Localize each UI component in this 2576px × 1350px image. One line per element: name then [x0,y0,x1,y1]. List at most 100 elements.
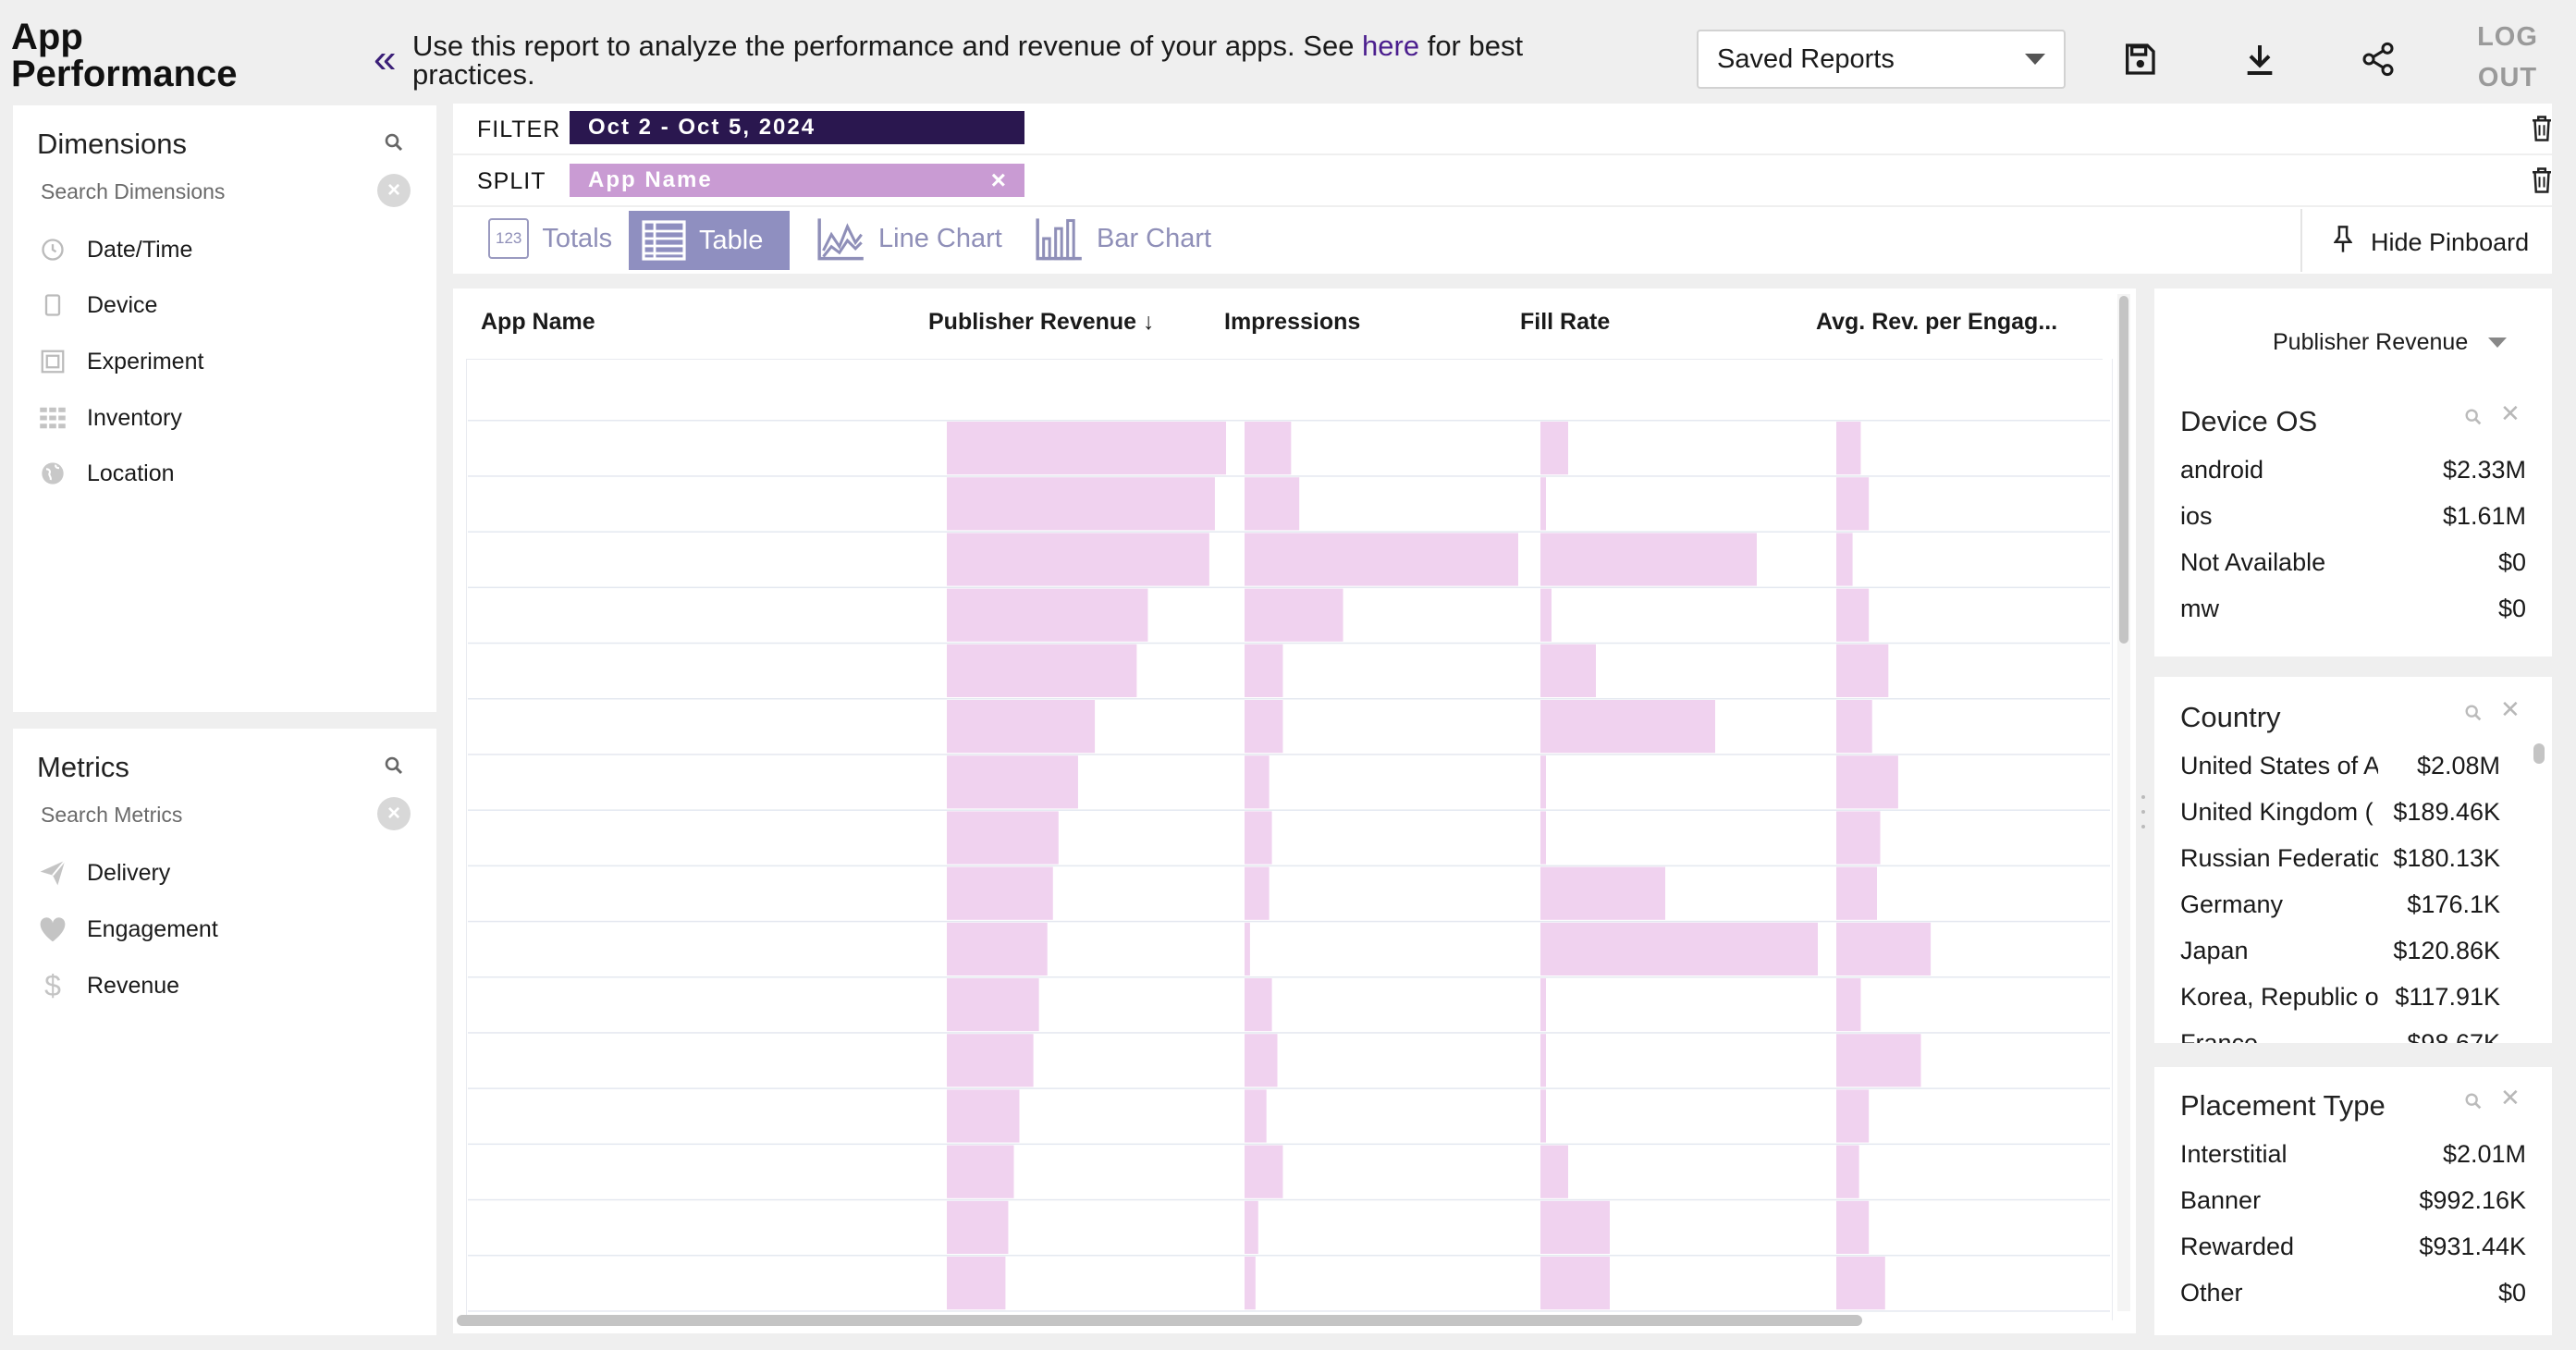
dimension-item-experiment[interactable]: Experiment [37,343,203,380]
grid-icon [37,402,68,434]
table-row[interactable] [468,809,2110,811]
column-header-avg-rev[interactable]: Avg. Rev. per Engag... [1816,309,2057,336]
device-os-row[interactable]: android $2.33M [2180,449,2526,490]
metrics-search-icon[interactable] [383,755,405,781]
resize-handle-icon[interactable] [2140,795,2147,828]
intro-text: Use this report to analyze the performan… [412,30,1524,91]
table-row[interactable] [468,1143,2110,1146]
metrics-search-input[interactable]: Search Metrics [41,803,182,828]
table-row[interactable] [468,865,2110,867]
page-title: App Performance [11,17,238,94]
horizontal-scrollbar-thumb[interactable] [457,1315,1862,1326]
card-close-icon[interactable]: ✕ [2500,399,2521,428]
tab-bar-chart[interactable]: Bar Chart [1023,209,1224,268]
metrics-title: Metrics [37,751,129,783]
placement-type-row[interactable]: Banner $992.16K [2180,1180,2526,1221]
table-row[interactable] [468,642,2110,644]
delete-split-icon[interactable] [2530,166,2554,199]
metric-item-delivery[interactable]: Delivery [37,854,170,891]
vertical-scrollbar-thumb[interactable] [2119,296,2128,644]
tab-line-chart[interactable]: Line Chart [804,209,1015,268]
table-row[interactable] [468,1087,2110,1089]
best-practices-link[interactable]: here [1362,30,1419,62]
device-os-row[interactable]: Not Available $0 [2180,542,2526,583]
country-row[interactable]: Korea, Republic o $117.91K [2180,976,2500,1017]
country-row[interactable]: Japan $120.86K [2180,930,2500,971]
dimension-item-location[interactable]: Location [37,455,175,492]
country-row[interactable]: United States of A $2.08M [2180,745,2500,786]
split-label: SPLIT [477,168,546,194]
table-row[interactable] [468,920,2110,923]
table-cell-bar-fill-rate [1540,1257,1610,1310]
metric-item-engagement[interactable]: Engagement [37,911,218,948]
table-row[interactable] [468,1032,2110,1034]
toolbar-divider [2300,209,2302,272]
card-search-icon[interactable] [2463,405,2484,434]
table-cell-bar-fill-rate [1540,533,1757,586]
device-os-row[interactable]: mw $0 [2180,588,2526,629]
table-row[interactable] [468,1255,2110,1257]
dimensions-search-input[interactable]: Search Dimensions [41,179,225,204]
dimension-item-device[interactable]: Device [37,287,157,324]
table-row[interactable] [468,1198,2110,1201]
pinboard-metric-select[interactable]: Publisher Revenue [2273,329,2508,356]
column-header-app-name[interactable]: App Name [481,309,595,336]
country-row[interactable]: Russian Federatic $180.13K [2180,838,2500,878]
filter-chip-date[interactable]: Oct 2 - Oct 5, 2024 [570,111,1024,144]
sort-desc-icon: ↓ [1143,309,1155,335]
caret-down-icon [2488,338,2508,348]
remove-split-icon[interactable]: × [991,166,1006,195]
country-scrollbar-thumb[interactable] [2533,743,2545,764]
saved-reports-select[interactable]: Saved Reports [1697,30,2066,89]
device-icon [37,289,68,321]
clear-metrics-search-icon[interactable]: × [377,797,411,830]
dimensions-search-icon[interactable] [383,131,405,158]
table-cell-bar-impressions [1245,700,1283,754]
hide-pinboard-button[interactable]: Hide Pinboard [2333,226,2529,260]
country-row[interactable]: United Kingdom ($189.46K [2180,792,2500,832]
placement-type-row[interactable]: Interstitial $2.01M [2180,1134,2526,1174]
table-row[interactable] [468,475,2110,477]
card-search-icon[interactable] [2463,1089,2484,1118]
table-row[interactable] [468,698,2110,700]
country-row[interactable]: Germany $176.1K [2180,884,2500,925]
placement-type-row[interactable]: Other $0 [2180,1272,2526,1313]
table-cell-bar-avg-rev [1836,700,1872,754]
tab-totals[interactable]: 123 Totals [475,209,625,268]
table-row[interactable] [468,586,2110,589]
clock-icon [37,234,68,265]
card-close-icon[interactable]: ✕ [2500,695,2521,724]
placement-type-row[interactable]: Rewarded $931.44K [2180,1226,2526,1267]
table-cell-bar-fill-rate [1540,922,1818,976]
table-cell-bar-fill-rate [1540,755,1546,809]
table-row[interactable] [468,531,2110,533]
dimension-item-inventory[interactable]: Inventory [37,399,182,436]
table-cell-bar-avg-rev [1836,422,1861,475]
table-row[interactable] [468,420,2110,422]
dimension-item-datetime[interactable]: Date/Time [37,231,192,268]
card-close-icon[interactable]: ✕ [2500,1084,2521,1112]
collapse-sidebar-icon[interactable]: « [374,39,396,80]
save-icon[interactable] [2116,35,2164,83]
table-cell-bar-impressions [1245,1145,1283,1198]
logout-button[interactable]: LOG OUT [2474,17,2541,98]
clear-dimensions-search-icon[interactable]: × [377,174,411,207]
table-cell-bar-fill-rate [1540,588,1552,642]
column-header-publisher-revenue[interactable]: Publisher Revenue ↓ [928,309,1155,336]
metric-item-revenue[interactable]: $ Revenue [37,967,179,1004]
device-os-row[interactable]: ios $1.61M [2180,496,2526,536]
table-row[interactable] [468,754,2110,755]
table-row[interactable] [468,1310,2110,1312]
table-cell-bar-publisher-revenue [947,1145,1014,1198]
table-row[interactable] [468,976,2110,978]
delete-filter-icon[interactable] [2530,115,2554,147]
tab-table[interactable]: Table [629,211,790,270]
card-search-icon[interactable] [2463,701,2484,730]
share-icon[interactable] [2354,35,2402,83]
country-row[interactable]: France $98.67K [2180,1023,2500,1044]
column-header-fill-rate[interactable]: Fill Rate [1520,309,1610,336]
column-header-impressions[interactable]: Impressions [1224,309,1360,336]
heart-icon [37,914,68,945]
download-icon[interactable] [2236,35,2284,83]
split-chip-app-name[interactable]: App Name × [570,164,1024,197]
